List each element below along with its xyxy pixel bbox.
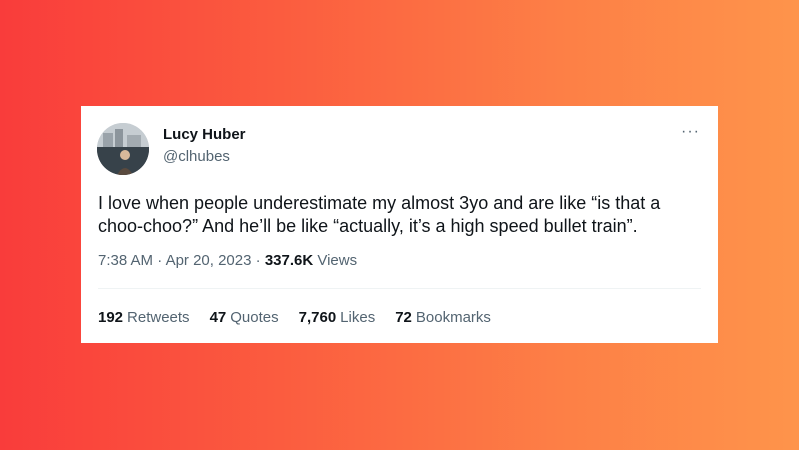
meta-separator: · (255, 252, 261, 269)
quotes-stat[interactable]: 47 Quotes (210, 309, 279, 326)
quotes-count: 47 (209, 309, 227, 326)
likes-stat[interactable]: 7,760 Likes (299, 309, 376, 326)
retweets-count: 192 (98, 309, 124, 326)
tweet-text: I love when people underestimate my almo… (98, 193, 661, 236)
retweets-label: Retweets (127, 309, 190, 326)
tweet-card: Lucy Huber @clhubes ··· I love when peop… (81, 106, 718, 343)
retweets-stat[interactable]: 192 Retweets (98, 309, 190, 326)
likes-count: 7,760 (298, 309, 337, 326)
likes-label: Likes (340, 309, 376, 326)
tweet-meta: 7:38 AM · Apr 20, 2023 · 337.6K Views (98, 252, 357, 269)
author-name[interactable]: Lucy Huber (163, 126, 246, 143)
quotes-label: Quotes (230, 309, 279, 326)
engagement-stats: 192 Retweets 47 Quotes 7,760 Likes 72 Bookma… (98, 309, 491, 326)
meta-separator: · (157, 252, 163, 269)
avatar[interactable] (97, 123, 149, 175)
author-handle[interactable]: @clhubes (163, 148, 230, 165)
tweet-date[interactable]: Apr 20, 2023 (166, 252, 252, 269)
bookmarks-stat[interactable]: 72 Bookmarks (395, 309, 491, 326)
views-label: Views (317, 252, 358, 269)
tweet-time[interactable]: 7:38 AM (98, 252, 153, 269)
more-options-icon[interactable]: ··· (681, 124, 700, 140)
views-count: 337.6K (264, 252, 314, 269)
bookmarks-count: 72 (395, 309, 412, 326)
divider (98, 288, 701, 289)
bookmarks-label: Bookmarks (415, 309, 491, 326)
